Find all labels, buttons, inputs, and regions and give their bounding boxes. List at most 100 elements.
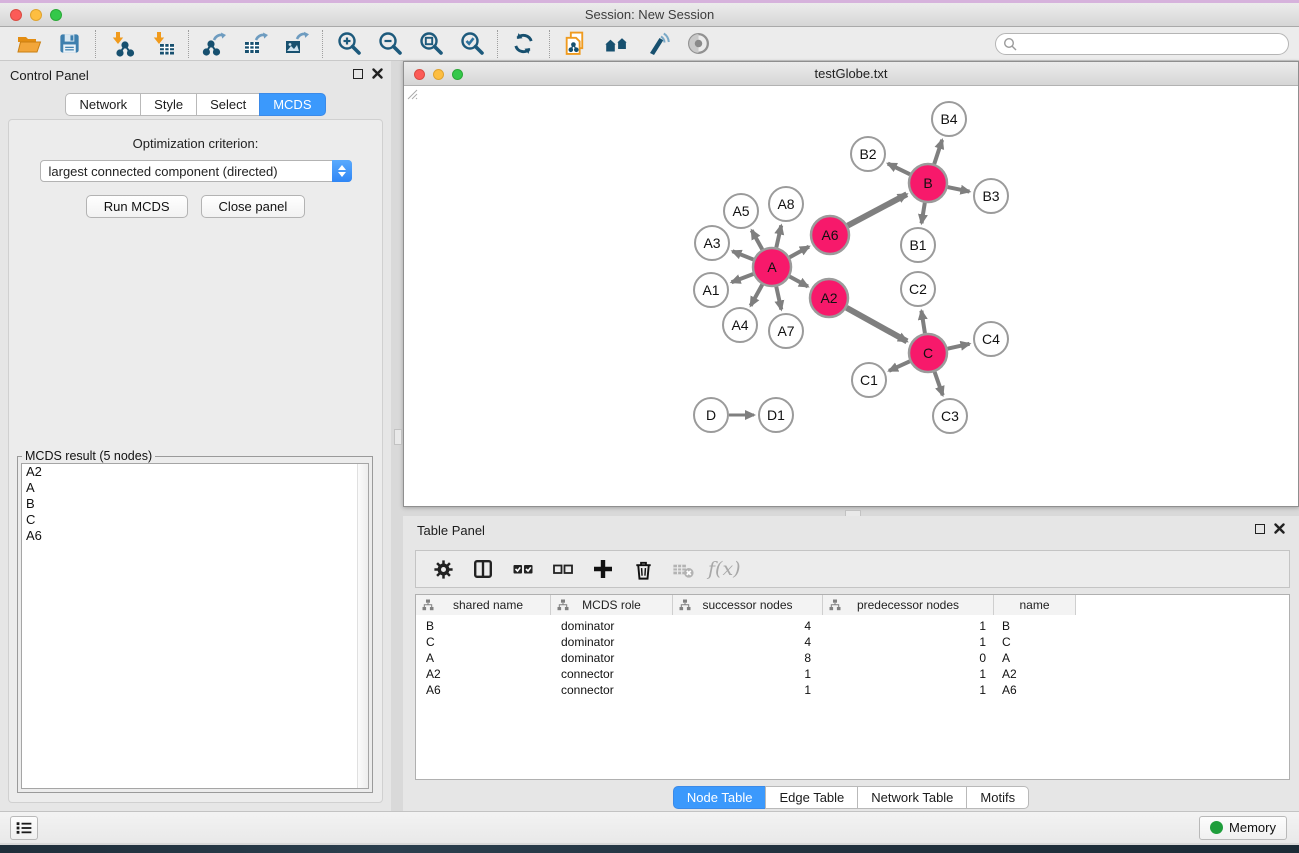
export-table-button[interactable]	[235, 29, 276, 59]
import-table-button[interactable]	[142, 29, 183, 59]
result-item[interactable]: A6	[22, 528, 368, 544]
network-zoom-button[interactable]	[452, 69, 463, 80]
zoom-out-button[interactable]	[369, 29, 410, 59]
graph-edge-C-C1[interactable]	[889, 361, 910, 371]
tab-style[interactable]: Style	[140, 93, 197, 116]
run-mcds-button[interactable]: Run MCDS	[86, 195, 188, 218]
network-close-button[interactable]	[414, 69, 425, 80]
show-graphics-details-button[interactable]	[637, 29, 678, 59]
criterion-dropdown[interactable]: largest connected component (directed)	[40, 160, 352, 182]
zoom-fit-button[interactable]	[410, 29, 451, 59]
close-panel-icon[interactable]	[372, 68, 383, 79]
table-settings-button[interactable]	[426, 554, 460, 584]
tab-network[interactable]: Network	[65, 93, 141, 116]
graph-edge-A-A3[interactable]	[732, 251, 753, 259]
resize-grip-icon[interactable]	[404, 86, 418, 100]
column-header-successor-nodes[interactable]: successor nodes	[673, 595, 823, 615]
table-row[interactable]: B dominator 4 1 B	[416, 618, 1289, 634]
graph-edge-A-A6[interactable]	[790, 247, 809, 258]
search-field[interactable]	[995, 33, 1289, 55]
tab-select[interactable]: Select	[196, 93, 260, 116]
zoom-in-button[interactable]	[328, 29, 369, 59]
graph-node-A6[interactable]: A6	[811, 216, 849, 254]
select-all-button[interactable]	[506, 554, 540, 584]
tab-mcds[interactable]: MCDS	[259, 93, 325, 116]
graph-edge-A2-C[interactable]	[846, 308, 907, 342]
graph-node-C1[interactable]: C1	[852, 363, 886, 397]
float-panel-icon[interactable]	[1255, 524, 1265, 534]
export-network-button[interactable]	[194, 29, 235, 59]
function-builder-button[interactable]: f(x)	[708, 558, 741, 580]
duplicate-network-button[interactable]	[555, 29, 596, 59]
save-session-button[interactable]	[49, 29, 90, 59]
column-header-shared-name[interactable]: shared name	[416, 595, 551, 615]
zoom-selected-button[interactable]	[451, 29, 492, 59]
apply-layout-button[interactable]	[503, 29, 544, 59]
delete-table-button[interactable]	[666, 554, 700, 584]
result-list-scrollbar[interactable]	[357, 464, 368, 788]
graph-edge-A-A1[interactable]	[732, 274, 754, 282]
column-header-predecessor-nodes[interactable]: predecessor nodes	[823, 595, 994, 615]
graph-edge-C-C2[interactable]	[921, 311, 925, 334]
graph-node-B1[interactable]: B1	[901, 228, 935, 262]
graph-node-A5[interactable]: A5	[724, 194, 758, 228]
result-item[interactable]: C	[22, 512, 368, 528]
column-header-mcds-role[interactable]: MCDS role	[551, 595, 673, 615]
dropdown-stepper-icon[interactable]	[332, 160, 352, 182]
tab-motifs[interactable]: Motifs	[966, 786, 1029, 809]
graph-node-B4[interactable]: B4	[932, 102, 966, 136]
graph-edge-A-A2[interactable]	[790, 277, 808, 287]
graph-edge-B-B4[interactable]	[934, 140, 942, 164]
table-row[interactable]: A6 connector 1 1 A6	[416, 682, 1289, 698]
graph-edge-C-C4[interactable]	[948, 344, 970, 349]
graph-node-C[interactable]: C	[909, 334, 947, 372]
close-window-button[interactable]	[10, 9, 22, 21]
tab-node-table[interactable]: Node Table	[673, 786, 767, 809]
graph-edge-B-B1[interactable]	[922, 203, 925, 224]
close-panel-icon[interactable]	[1274, 523, 1285, 534]
graph-node-D1[interactable]: D1	[759, 398, 793, 432]
graph-edge-A-A8[interactable]	[776, 225, 781, 247]
minimize-window-button[interactable]	[30, 9, 42, 21]
graph-node-A1[interactable]: A1	[694, 273, 728, 307]
export-image-button[interactable]	[276, 29, 317, 59]
tab-edge-table[interactable]: Edge Table	[765, 786, 858, 809]
import-network-button[interactable]	[101, 29, 142, 59]
toggle-columns-button[interactable]	[466, 554, 500, 584]
result-item[interactable]: B	[22, 496, 368, 512]
graph-node-A2[interactable]: A2	[810, 279, 848, 317]
show-task-history-button[interactable]	[10, 816, 38, 840]
table-row[interactable]: C dominator 4 1 C	[416, 634, 1289, 650]
graph-node-B3[interactable]: B3	[974, 179, 1008, 213]
graph-node-A8[interactable]: A8	[769, 187, 803, 221]
graph-node-A[interactable]: A	[753, 248, 791, 286]
graph-node-C2[interactable]: C2	[901, 272, 935, 306]
add-entry-button[interactable]	[586, 554, 620, 584]
network-minimize-button[interactable]	[433, 69, 444, 80]
graph-edge-A-A4[interactable]	[751, 285, 763, 306]
graph-node-A3[interactable]: A3	[695, 226, 729, 260]
first-neighbors-button[interactable]	[596, 29, 637, 59]
tab-network-table[interactable]: Network Table	[857, 786, 967, 809]
result-item[interactable]: A2	[22, 464, 368, 480]
graph-node-C4[interactable]: C4	[974, 322, 1008, 356]
show-hide-view-button[interactable]	[678, 29, 719, 59]
graph-node-A4[interactable]: A4	[723, 308, 757, 342]
divider-handle-vertical[interactable]	[394, 429, 402, 445]
graph-edge-B-B3[interactable]	[948, 187, 970, 192]
graph-edge-A-A5[interactable]	[752, 230, 763, 249]
graph-node-B[interactable]: B	[909, 164, 947, 202]
search-input[interactable]	[1017, 35, 1288, 53]
graph-node-A7[interactable]: A7	[769, 314, 803, 348]
memory-button[interactable]: Memory	[1199, 816, 1287, 840]
zoom-window-button[interactable]	[50, 9, 62, 21]
unselect-all-button[interactable]	[546, 554, 580, 584]
graph-node-B2[interactable]: B2	[851, 137, 885, 171]
graph-edge-A-A7[interactable]	[776, 287, 781, 310]
graph-edge-B-B2[interactable]	[888, 164, 910, 175]
graph-edge-C-C3[interactable]	[935, 372, 943, 395]
graph-node-C3[interactable]: C3	[933, 399, 967, 433]
close-panel-button[interactable]: Close panel	[201, 195, 306, 218]
open-session-button[interactable]	[8, 29, 49, 59]
result-item[interactable]: A	[22, 480, 368, 496]
